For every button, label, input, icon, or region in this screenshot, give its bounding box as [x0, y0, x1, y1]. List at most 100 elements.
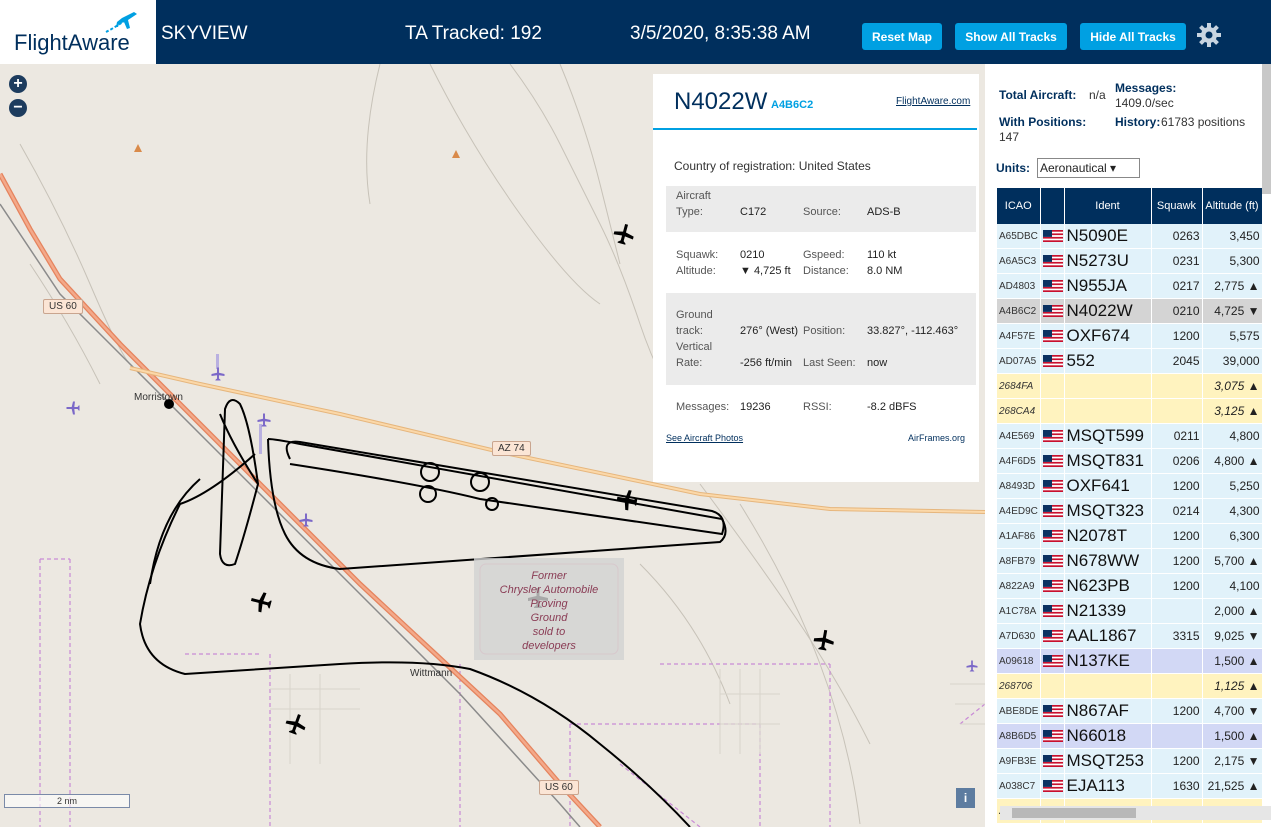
icao-cell: A4ED9C	[997, 498, 1041, 524]
messages-rate-label: Messages:	[1115, 81, 1177, 95]
table-row[interactable]: ABE8DE N867AF 1200 4,700 ▼	[997, 698, 1263, 724]
ident-cell: MSQT323	[1064, 498, 1152, 524]
table-row[interactable]: A1C78A N21339 2,000 ▲	[997, 598, 1263, 624]
ident-cell: MSQT253	[1064, 748, 1152, 774]
ident-cell: N21339	[1064, 598, 1152, 624]
altitude-value: ▼ 4,725 ft	[740, 265, 791, 277]
table-row[interactable]: 268CA4 3,125 ▲	[997, 398, 1263, 424]
us-flag-icon	[1042, 229, 1063, 242]
table-row[interactable]: A65DBC N5090E 0263 3,450	[997, 224, 1263, 249]
icao-cell: A1C78A	[997, 598, 1041, 624]
col-altitude[interactable]: Altitude (ft)	[1202, 188, 1263, 224]
table-row[interactable]: A4E569 MSQT599 0211 4,800	[997, 423, 1263, 449]
ident-cell: N2078T	[1064, 523, 1152, 549]
sidebar-scrollbar-thumb[interactable]	[1012, 808, 1136, 818]
altitude-cell: 1,500 ▲	[1202, 648, 1263, 674]
airframes-link[interactable]: AirFrames.org	[908, 433, 965, 443]
flag-cell	[1040, 623, 1065, 649]
squawk-cell	[1151, 723, 1203, 749]
col-ident[interactable]: Ident	[1064, 188, 1152, 224]
ident-cell: N867AF	[1064, 698, 1152, 724]
squawk-cell	[1151, 373, 1203, 399]
table-row[interactable]: A4ED9C MSQT323 0214 4,300	[997, 498, 1263, 524]
zoom-in-button[interactable]: +	[9, 75, 27, 93]
ident-cell: EJA113	[1064, 773, 1152, 799]
squawk-cell: 0263	[1151, 224, 1203, 249]
town-label-wittmann: Wittmann	[410, 668, 453, 679]
gear-icon[interactable]	[1196, 22, 1222, 48]
altitude-cell: 6,300	[1202, 523, 1263, 549]
current-datetime: 3/5/2020, 8:35:38 AM	[630, 23, 811, 44]
units-select[interactable]: Aeronautical ▾	[1037, 158, 1140, 178]
col-icao[interactable]: ICAO	[997, 188, 1041, 224]
altitude-label: Altitude:	[676, 265, 716, 277]
flightaware-link[interactable]: FlightAware.com	[896, 96, 970, 107]
table-row[interactable]: A8FB79 N678WW 1200 5,700 ▲	[997, 548, 1263, 574]
ident-cell: N955JA	[1064, 273, 1152, 299]
map-info-button[interactable]: i	[956, 788, 975, 808]
us-flag-icon	[1042, 704, 1063, 717]
aircraft-sidebar: Total Aircraft: n/a Messages: 1409.0/sec…	[985, 64, 1271, 827]
table-row[interactable]: A4F6D5 MSQT831 0206 4,800 ▲	[997, 448, 1263, 474]
table-row[interactable]: 2684FA 3,075 ▲	[997, 373, 1263, 399]
squawk-cell: 0210	[1151, 298, 1203, 324]
table-row[interactable]: A9FB3E MSQT253 1200 2,175 ▼	[997, 748, 1263, 774]
altitude-cell: 4,300	[1202, 498, 1263, 524]
table-row[interactable]: A822A9 N623PB 1200 4,100	[997, 573, 1263, 599]
source-label: Source:	[803, 206, 841, 218]
table-row[interactable]: A6A5C3 N5273U 0231 5,300	[997, 248, 1263, 274]
hide-all-tracks-button[interactable]: Hide All Tracks	[1080, 23, 1186, 50]
squawk-value: 0210	[740, 249, 765, 261]
altitude-cell: 5,300	[1202, 248, 1263, 274]
squawk-cell: 1200	[1151, 473, 1203, 499]
table-row[interactable]: A09618 N137KE 1,500 ▲	[997, 648, 1263, 674]
table-header: ICAO Ident Squawk Altitude (ft)	[997, 188, 1263, 224]
us-flag-icon	[1042, 354, 1063, 367]
table-row[interactable]: A8493D OXF641 1200 5,250	[997, 473, 1263, 499]
table-row[interactable]: 268706 1,125 ▲	[997, 673, 1263, 699]
col-flag[interactable]	[1040, 188, 1065, 224]
reset-map-button[interactable]: Reset Map	[862, 23, 942, 50]
icao-cell: A8493D	[997, 473, 1041, 499]
sidebar-scrollbar-vertical[interactable]	[1262, 64, 1271, 194]
col-squawk[interactable]: Squawk	[1151, 188, 1203, 224]
flag-cell	[1040, 748, 1065, 774]
track-label: Ground track:	[676, 309, 713, 337]
squawk-cell: 1200	[1151, 573, 1203, 599]
squawk-cell: 0206	[1151, 448, 1203, 474]
lastseen-value: now	[867, 357, 888, 369]
ident-cell: MSQT831	[1064, 448, 1152, 474]
zoom-out-button[interactable]: −	[9, 99, 27, 117]
icao-cell: A7D630	[997, 623, 1041, 649]
table-row[interactable]: A7D630 AAL1867 3315 9,025 ▼	[997, 623, 1263, 649]
distance-label: Distance:	[803, 265, 849, 277]
aircraft-photos-link[interactable]: See Aircraft Photos	[666, 433, 743, 443]
type-label: Aircraft Type:	[676, 190, 711, 218]
tracked-count: TA Tracked: 192	[405, 23, 542, 44]
squawk-cell	[1151, 398, 1203, 424]
table-row[interactable]: A1AF86 N2078T 1200 6,300	[997, 523, 1263, 549]
table-row[interactable]: AD4803 N955JA 0217 2,775 ▲	[997, 273, 1263, 299]
altitude-cell: 39,000	[1202, 348, 1263, 374]
table-row[interactable]: A4B6C2 N4022W 0210 4,725 ▼	[997, 298, 1263, 324]
icao-cell: AD07A5	[997, 348, 1041, 374]
us-flag-icon	[1042, 429, 1063, 442]
table-row[interactable]: A4F57E OXF674 1200 5,575	[997, 323, 1263, 349]
icao-cell: A09618	[997, 648, 1041, 674]
position-label: Position:	[803, 325, 846, 337]
table-row[interactable]: A8B6D5 N66018 1,500 ▲	[997, 723, 1263, 749]
flightaware-logo[interactable]: FlightAware	[0, 0, 156, 64]
vrate-label: Vertical Rate:	[676, 341, 713, 369]
flag-cell	[1040, 648, 1065, 674]
icao-cell: A9FB3E	[997, 748, 1041, 774]
show-all-tracks-button[interactable]: Show All Tracks	[955, 23, 1067, 50]
table-row[interactable]: A038C7 EJA113 1630 21,525 ▲	[997, 773, 1263, 799]
us-flag-icon	[1042, 479, 1063, 492]
flag-cell	[1040, 698, 1065, 724]
total-aircraft-label: Total Aircraft:	[999, 88, 1077, 102]
icao-cell: AD4803	[997, 273, 1041, 299]
table-row[interactable]: AD07A5 552 2045 39,000	[997, 348, 1263, 374]
altitude-cell: 3,075 ▲	[1202, 373, 1263, 399]
us-flag-icon	[1042, 629, 1063, 642]
us-flag-icon	[1042, 454, 1063, 467]
